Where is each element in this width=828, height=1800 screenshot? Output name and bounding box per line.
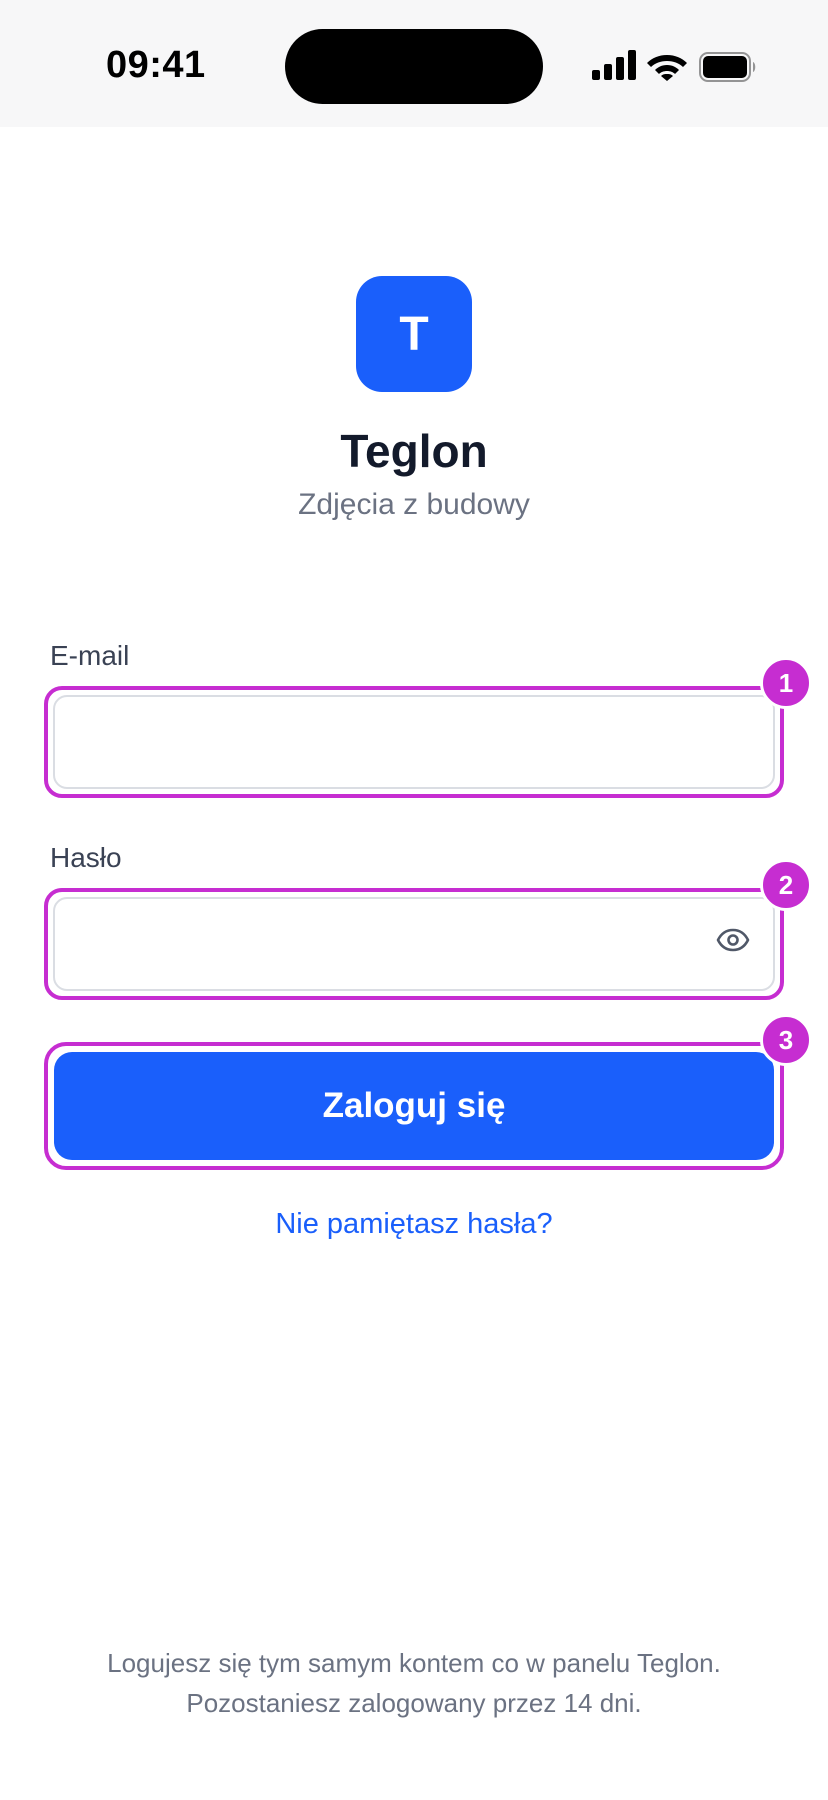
- wifi-icon: [647, 55, 687, 81]
- app-title: Teglon: [340, 425, 488, 477]
- password-field[interactable]: [53, 897, 775, 991]
- email-field[interactable]: [53, 695, 775, 789]
- email-label: E-mail: [50, 640, 130, 671]
- app-subtitle: Zdjęcia z budowy: [298, 488, 530, 521]
- dynamic-island: [285, 29, 543, 104]
- status-time: 09:41: [106, 44, 206, 86]
- login-button[interactable]: Zaloguj się: [54, 1052, 774, 1160]
- footer-note: Logujesz się tym samym kontem co w panel…: [0, 1643, 828, 1723]
- status-bar: 09:41: [0, 0, 828, 127]
- eye-icon[interactable]: [716, 928, 750, 952]
- annotation-badge-2: 2: [760, 859, 812, 911]
- forgot-password-link[interactable]: Nie pamiętasz hasła?: [0, 1208, 828, 1241]
- app-logo: T: [356, 276, 472, 392]
- login-button-wrapper: Zaloguj się: [44, 1042, 784, 1170]
- password-field-wrapper: [44, 888, 784, 1000]
- app-logo-letter: T: [399, 307, 429, 361]
- annotation-badge-3: 3: [760, 1014, 812, 1066]
- cellular-signal-icon: [592, 50, 636, 80]
- annotation-badge-1: 1: [760, 657, 812, 709]
- password-label: Hasło: [50, 842, 122, 873]
- footer-note-line-2: Pozostaniesz zalogowany przez 14 dni.: [186, 1688, 642, 1718]
- login-screen: 09:41 T Teglon Zdjęcia z budowy E-mail 1…: [0, 0, 828, 1800]
- footer-note-line-1: Logujesz się tym samym kontem co w panel…: [107, 1648, 721, 1678]
- battery-icon: [699, 52, 756, 82]
- email-field-wrapper: [44, 686, 784, 798]
